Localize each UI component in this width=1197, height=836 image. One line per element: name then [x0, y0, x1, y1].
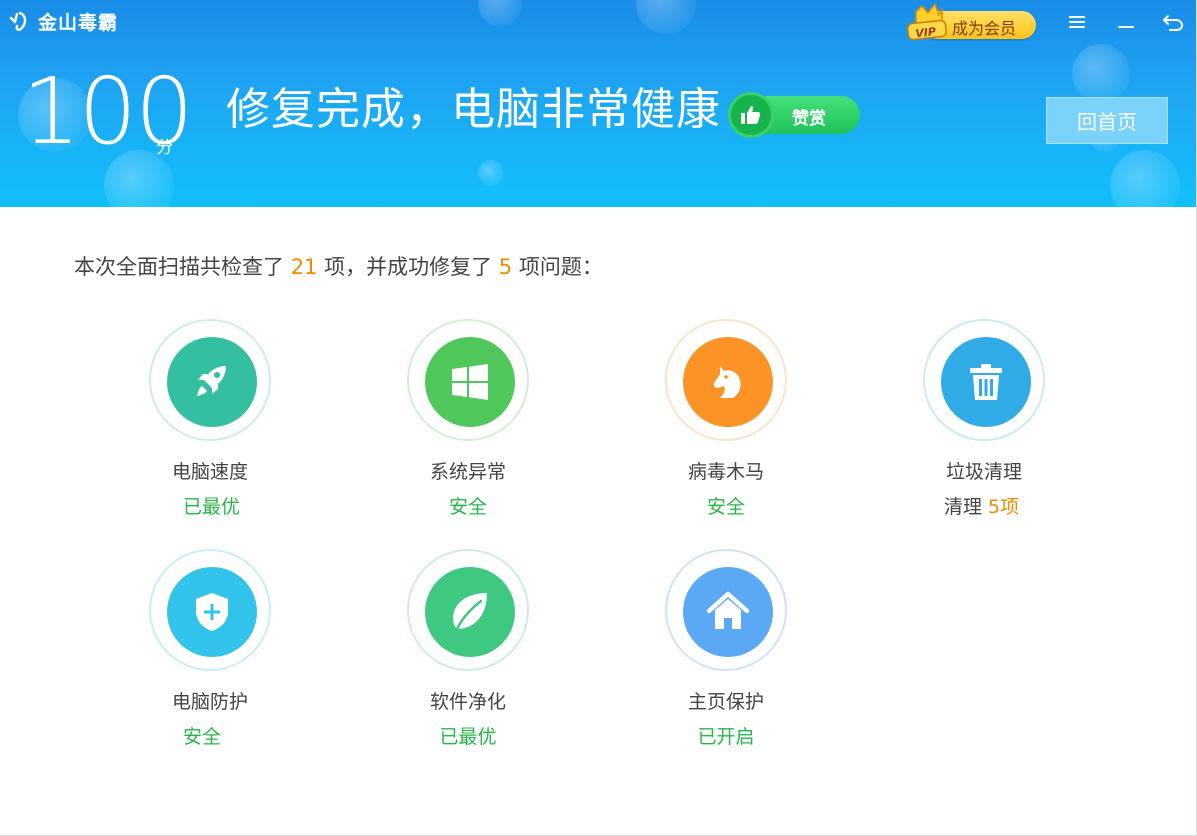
vip-crown-icon: VIP: [906, 2, 952, 42]
back-button[interactable]: [1158, 8, 1188, 36]
app-window: 金山毒霸 成为会员 VIP 100: [0, 0, 1197, 836]
status-prefix: 清理: [944, 496, 988, 518]
item-status: 安全: [636, 492, 816, 519]
item-title: 电脑速度: [120, 457, 300, 484]
decor-bubble: [1110, 150, 1180, 207]
rocket-icon: [190, 360, 234, 404]
item-status: 已最优: [378, 722, 558, 749]
item-disc: [941, 337, 1031, 427]
item-title: 主页保护: [636, 687, 816, 714]
result-item-speed[interactable]: 电脑速度 已最优: [120, 319, 300, 519]
decor-bubble: [478, 0, 522, 26]
result-headline: 修复完成，电脑非常健康: [226, 80, 721, 140]
item-status: 清理 5项: [944, 492, 1124, 519]
result-item-homepage[interactable]: 主页保护 已开启: [636, 549, 816, 749]
item-disc: [425, 337, 515, 427]
summary-middle: 项，并成功修复了: [317, 255, 498, 279]
vip-label: 成为会员: [952, 15, 1016, 39]
item-title: 电脑防护: [120, 687, 300, 714]
summary-prefix: 本次全面扫描共检查了: [74, 255, 291, 279]
decor-bubble: [1072, 44, 1130, 102]
home-icon: [705, 589, 751, 635]
item-ring: [665, 319, 787, 441]
item-status: 已开启: [636, 722, 816, 749]
windows-icon: [450, 362, 490, 402]
scan-summary: 本次全面扫描共检查了 21 项，并成功修复了 5 项问题：: [74, 252, 603, 282]
app-logo: 金山毒霸: [8, 8, 118, 34]
item-title: 系统异常: [378, 457, 558, 484]
decor-bubble: [478, 160, 504, 186]
item-status: 安全: [183, 722, 363, 749]
result-header: 金山毒霸 成为会员 VIP 100: [0, 0, 1197, 207]
item-title: 垃圾清理: [894, 457, 1074, 484]
item-ring: [149, 549, 271, 671]
minimize-icon: [1117, 14, 1135, 30]
vip-badge-text: VIP: [915, 25, 937, 40]
result-item-system[interactable]: 系统异常 安全: [378, 319, 558, 519]
like-label: 赞赏: [792, 104, 826, 129]
result-item-junk[interactable]: 垃圾清理 清理 5项: [894, 319, 1074, 519]
item-status: 安全: [378, 492, 558, 519]
item-title: 病毒木马: [636, 457, 816, 484]
thumbs-up-icon: [739, 103, 763, 127]
decor-bubble: [636, 0, 696, 34]
item-ring: [923, 319, 1045, 441]
like-circle: [728, 92, 774, 138]
result-item-virus[interactable]: 病毒木马 安全: [636, 319, 816, 519]
item-title: 软件净化: [378, 687, 558, 714]
like-button[interactable]: 赞赏: [728, 92, 860, 136]
status-count: 5项: [988, 496, 1019, 518]
menu-button[interactable]: [1062, 8, 1092, 36]
item-ring: [665, 549, 787, 671]
horse-icon: [706, 360, 750, 404]
fixed-count: 5: [499, 255, 512, 279]
item-disc: [683, 567, 773, 657]
leaf-icon: [447, 589, 493, 635]
item-status: 已最优: [183, 492, 363, 519]
score-unit: 分: [156, 133, 173, 158]
item-disc: [683, 337, 773, 427]
result-item-protection[interactable]: 电脑防护 安全: [120, 549, 300, 749]
trash-icon: [964, 360, 1008, 404]
checked-count: 21: [291, 255, 318, 279]
undo-arrow-icon: [1162, 12, 1184, 32]
item-ring: [149, 319, 271, 441]
shield-plus-icon: [190, 590, 234, 634]
item-disc: [425, 567, 515, 657]
item-disc: [167, 567, 257, 657]
item-disc: [167, 337, 257, 427]
result-item-software[interactable]: 软件净化 已最优: [378, 549, 558, 749]
minimize-button[interactable]: [1111, 8, 1141, 36]
summary-suffix: 项问题：: [512, 255, 603, 279]
logo-icon: [8, 9, 32, 33]
item-ring: [407, 319, 529, 441]
back-to-home-button[interactable]: 回首页: [1046, 97, 1168, 144]
become-member-button[interactable]: 成为会员 VIP: [906, 2, 1038, 42]
app-name: 金山毒霸: [38, 8, 118, 35]
menu-icon: [1068, 14, 1086, 30]
item-ring: [407, 549, 529, 671]
